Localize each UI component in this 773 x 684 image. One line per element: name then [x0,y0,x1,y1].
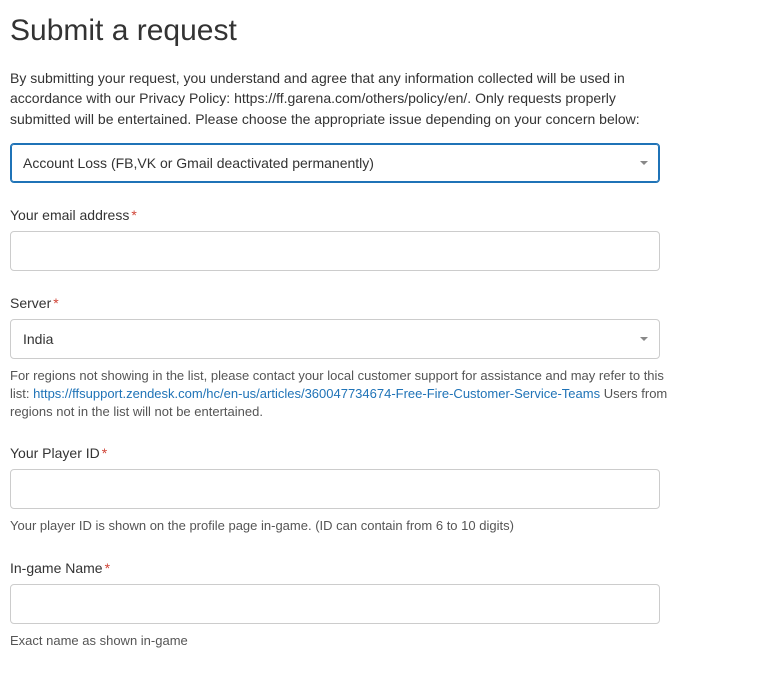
intro-text: By submitting your request, you understa… [10,68,670,129]
player-id-hint: Your player ID is shown on the profile p… [10,517,670,535]
required-asterisk: * [53,295,58,311]
page-title: Submit a request [10,14,763,48]
required-asterisk: * [131,207,136,223]
ign-label: In-game Name* [10,560,763,576]
server-hint: For regions not showing in the list, ple… [10,367,670,422]
issue-type-value: Account Loss (FB,VK or Gmail deactivated… [23,155,374,171]
player-id-label-text: Your Player ID [10,445,100,461]
ign-field[interactable] [10,584,660,624]
email-field[interactable] [10,231,660,271]
server-label-text: Server [10,295,51,311]
server-select[interactable]: India [10,319,660,359]
chevron-down-icon [640,337,648,341]
server-value: India [23,331,53,347]
ign-hint: Exact name as shown in-game [10,632,670,650]
required-asterisk: * [105,560,110,576]
ign-label-text: In-game Name [10,560,103,576]
email-label-text: Your email address [10,207,129,223]
player-id-field[interactable] [10,469,660,509]
player-id-label: Your Player ID* [10,445,763,461]
server-hint-link[interactable]: https://ffsupport.zendesk.com/hc/en-us/a… [33,386,600,401]
server-label: Server* [10,295,763,311]
required-asterisk: * [102,445,107,461]
issue-type-select[interactable]: Account Loss (FB,VK or Gmail deactivated… [10,143,660,183]
chevron-down-icon [640,161,648,165]
email-label: Your email address* [10,207,763,223]
